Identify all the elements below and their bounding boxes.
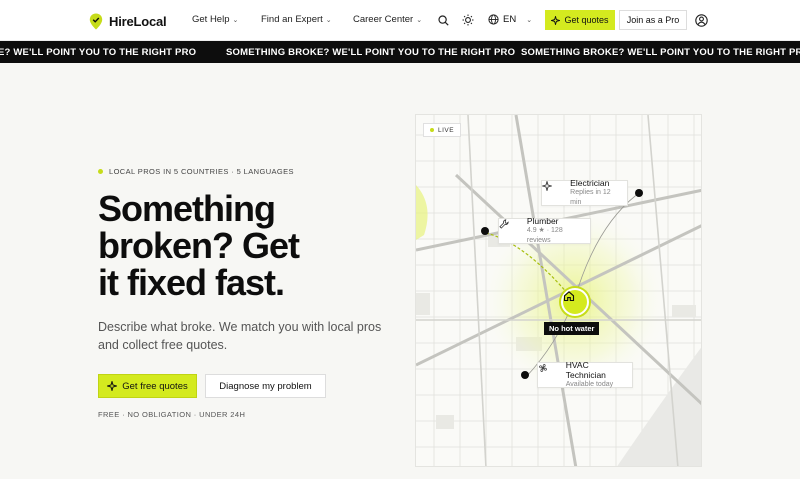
map-streets: [416, 115, 701, 466]
nav-get-help[interactable]: Get Help ⌄: [192, 14, 238, 25]
top-navbar: HireLocal Get Help ⌄ Find an Expert ⌄ Ca…: [0, 0, 800, 41]
sparkle-icon: [551, 15, 561, 25]
hero-headline: Something broken? Get it fixed fast.: [98, 190, 398, 301]
nav-career-center-label: Career Center: [353, 14, 414, 25]
sparkle-icon: [107, 381, 118, 391]
diagnose-problem-label: Diagnose my problem: [219, 380, 312, 392]
get-quotes-label: Get quotes: [564, 15, 609, 25]
live-indicator: LIVE: [423, 123, 462, 137]
globe-icon: [488, 14, 499, 25]
language-label: EN: [503, 14, 517, 25]
pro-card-subtitle: 4.9 ★ · 128 reviews: [526, 227, 563, 244]
nav-career-center[interactable]: Career Center ⌄: [353, 14, 422, 25]
pro-card-subtitle: Replies in 12 min: [570, 189, 611, 206]
hero-footnote: FREE · NO OBLIGATION · UNDER 24H: [98, 410, 246, 419]
pro-card-subtitle: Available today: [565, 381, 614, 388]
brand-logo[interactable]: HireLocal: [89, 11, 167, 31]
chevron-down-icon: ⌄: [526, 16, 533, 24]
headline-line: it fixed fast.: [98, 262, 285, 303]
pro-card-title: Plumber: [526, 216, 559, 226]
map-pin[interactable]: [635, 189, 643, 197]
fan-icon: [539, 364, 559, 383]
join-as-pro-label: Join as a Pro: [626, 15, 680, 25]
live-label: LIVE: [438, 126, 455, 134]
language-selector[interactable]: EN ⌄: [488, 14, 532, 25]
chevron-down-icon: ⌄: [325, 16, 332, 24]
ticker-item: SOMETHING BROKE? WE'LL POINT YOU TO THE …: [521, 47, 800, 58]
status-dot: [98, 169, 103, 174]
search-button[interactable]: [436, 13, 450, 27]
headline-line: Something: [98, 188, 276, 229]
pro-card-plumber[interactable]: Plumber 4.9 ★ · 128 reviews: [498, 216, 591, 244]
issue-label: No hot water: [544, 322, 600, 335]
account-button[interactable]: [694, 13, 708, 27]
chevron-down-icon: ⌄: [232, 16, 239, 24]
join-as-pro-button[interactable]: Join as a Pro: [619, 10, 687, 30]
pro-card-hvac[interactable]: HVAC Technician Available today: [537, 360, 633, 388]
wrench-icon: [499, 219, 520, 239]
chevron-down-icon: ⌄: [416, 16, 423, 24]
live-map[interactable]: LIVE Electrician Replies in 12 min Plumb…: [415, 114, 702, 467]
diagnose-problem-button[interactable]: Diagnose my problem: [205, 374, 326, 398]
ticker-item: E? WE'LL POINT YOU TO THE RIGHT PRO: [0, 47, 197, 58]
ticker-item: SOMETHING BROKE? WE'LL POINT YOU TO THE …: [226, 47, 516, 58]
get-free-quotes-button[interactable]: Get free quotes: [98, 374, 197, 398]
location-pin-icon: [89, 13, 103, 29]
nav-get-help-label: Get Help: [192, 14, 230, 25]
sparkle-icon: [542, 181, 563, 201]
sun-icon: [462, 14, 474, 26]
hero-eyebrow-text: LOCAL PROS IN 5 COUNTRIES · 5 LANGUAGES: [109, 167, 294, 176]
announcement-ticker: E? WE'LL POINT YOU TO THE RIGHT PRO SOME…: [0, 41, 800, 63]
user-icon: [694, 13, 708, 27]
pro-card-title: Electrician: [570, 178, 610, 188]
theme-toggle[interactable]: [461, 13, 475, 27]
headline-line: broken? Get: [98, 225, 300, 266]
get-quotes-button[interactable]: Get quotes: [545, 10, 615, 30]
pro-card-title: HVAC Technician: [565, 360, 606, 380]
search-icon: [437, 14, 449, 26]
home-icon: [563, 291, 575, 302]
pro-card-electrician[interactable]: Electrician Replies in 12 min: [541, 178, 628, 206]
hero-description: Describe what broke. We match you with l…: [98, 320, 382, 352]
nav-find-expert-label: Find an Expert: [261, 14, 323, 25]
home-location-marker[interactable]: [561, 288, 589, 316]
get-free-quotes-label: Get free quotes: [122, 380, 188, 392]
hero-eyebrow: LOCAL PROS IN 5 COUNTRIES · 5 LANGUAGES: [98, 167, 294, 176]
live-dot: [430, 128, 434, 132]
map-pin[interactable]: [521, 371, 529, 379]
nav-find-expert[interactable]: Find an Expert ⌄: [261, 14, 332, 25]
map-pin[interactable]: [481, 227, 489, 235]
brand-name: HireLocal: [109, 13, 167, 29]
